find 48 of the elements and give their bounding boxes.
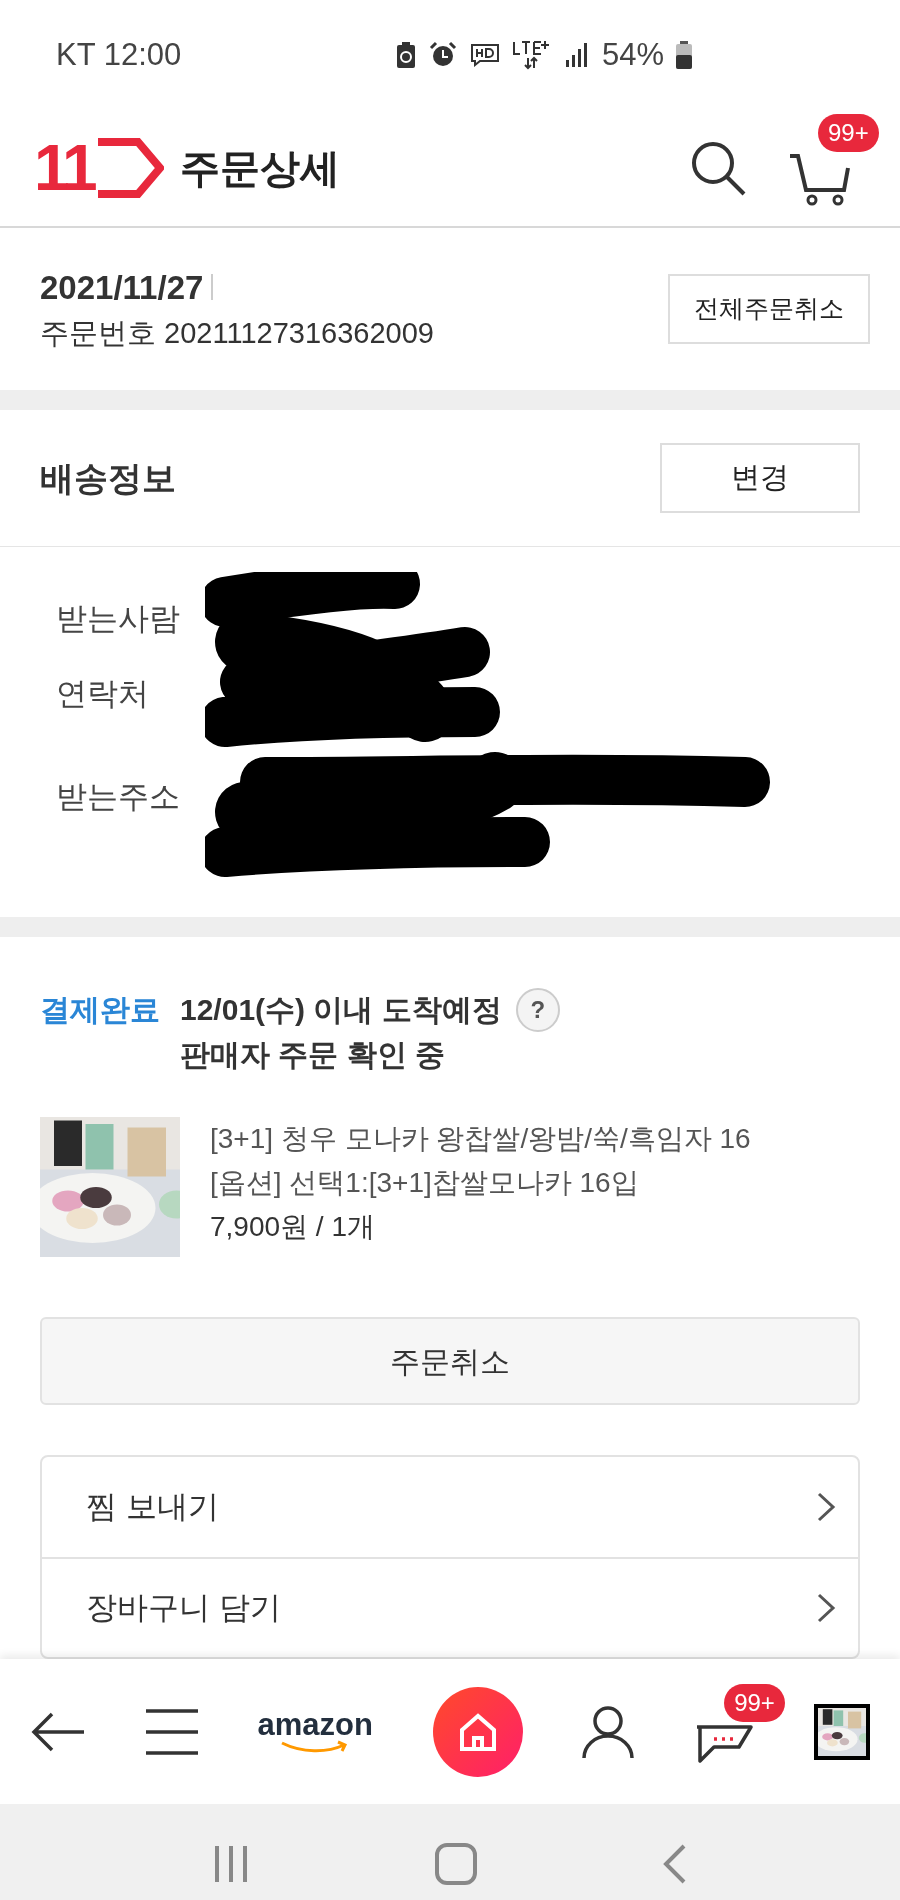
lte-icon	[511, 40, 552, 70]
back-chevron-icon	[663, 1844, 687, 1884]
product-name: [3+1] 청우 모나카 왕찹쌀/왕밤/쑥/흑임자 16	[210, 1122, 751, 1156]
payment-status: 결제완료	[40, 992, 160, 1028]
order-number: 주문번호 20211127316362009	[40, 316, 434, 351]
amazon-button[interactable]: amazon	[257, 1709, 373, 1754]
carrier-time: KT 12:00	[56, 35, 182, 74]
action-row[interactable]: 찜 보내기	[42, 1457, 858, 1557]
action-row[interactable]: 장바구니 담기	[42, 1557, 858, 1657]
order-date: 2021/11/27	[40, 267, 204, 308]
product-price: 7,900원 / 1개	[210, 1210, 376, 1244]
cart-icon	[788, 154, 850, 206]
page-title: 주문상세	[179, 145, 340, 192]
home-square-icon	[435, 1843, 477, 1885]
battery-saver-icon	[395, 41, 416, 69]
seller-status: 판매자 주문 확인 중	[180, 1037, 446, 1073]
product-option: [옵션] 선택1:[3+1]찹쌀모나카 16입	[210, 1161, 751, 1205]
arrival-estimate: 12/01(수) 이내 도착예정	[180, 992, 502, 1028]
battery-icon	[676, 41, 692, 69]
recent-apps-icon	[213, 1844, 249, 1884]
section-title: 배송정보	[40, 457, 176, 499]
field-label: 받는사람	[56, 600, 180, 639]
cart-button[interactable]	[788, 154, 850, 206]
cancel-all-button[interactable]: 전체주문취소	[668, 274, 870, 344]
hd-call-icon	[469, 43, 500, 67]
logo-text: 11	[34, 136, 94, 200]
logo[interactable]: 11	[34, 136, 164, 200]
back-arrow-icon	[30, 1711, 86, 1752]
chevron-right-icon	[816, 1491, 836, 1523]
menu-button[interactable]	[145, 1707, 198, 1756]
back-button[interactable]	[30, 1711, 86, 1752]
chat-badge: 99+	[724, 1683, 785, 1722]
person-icon	[582, 1704, 635, 1759]
cart-badge: 99+	[818, 114, 879, 152]
battery-level: 54%	[601, 35, 664, 74]
field-label: 연락처	[56, 675, 149, 714]
cancel-order-button[interactable]: 주문취소	[40, 1317, 860, 1405]
chat-button[interactable]	[694, 1723, 755, 1764]
help-button[interactable]: ?	[515, 987, 560, 1032]
menu-icon	[145, 1707, 198, 1756]
alarm-icon	[427, 41, 458, 69]
profile-button[interactable]	[582, 1704, 635, 1759]
home-icon	[457, 1711, 498, 1752]
field-label: 받는주소	[56, 777, 180, 816]
chat-icon	[694, 1723, 755, 1764]
change-button[interactable]: 변경	[660, 443, 860, 513]
signal-icon	[563, 42, 590, 68]
chevron-right-icon	[816, 1592, 836, 1624]
